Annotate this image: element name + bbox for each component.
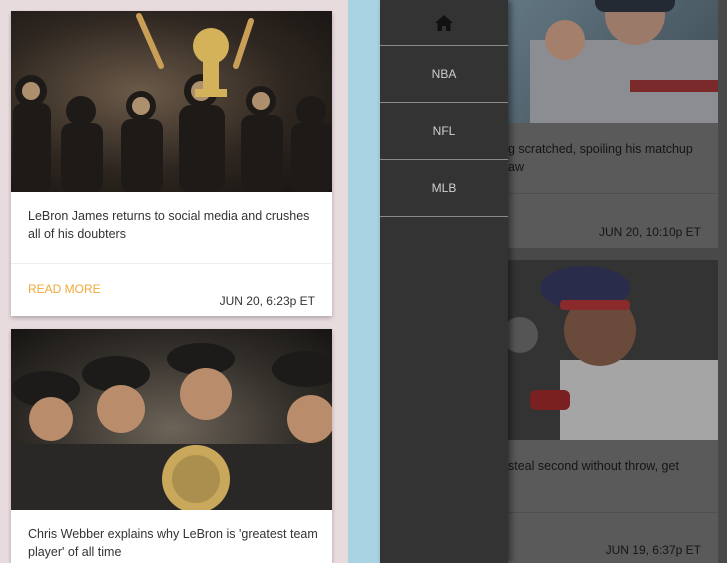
headline-line: g scratched, spoiling his matchup — [508, 142, 693, 156]
news-card[interactable]: Chris Webber explains why LeBron is 'gre… — [11, 329, 332, 563]
news-card-date: JUN 20, 6:23p ET — [219, 294, 315, 308]
read-more-link[interactable]: READ MORE — [28, 282, 101, 296]
news-card-headline[interactable]: steal second without throw, get — [508, 457, 708, 475]
drawer-item-mlb[interactable]: MLB — [380, 160, 508, 217]
news-card-headline[interactable]: g scratched, spoiling his matchup aw — [508, 140, 708, 176]
news-card-date: JUN 19, 6:37p ET — [605, 543, 701, 557]
nav-drawer: NBA NFL MLB — [380, 0, 508, 563]
news-card[interactable]: LeBron James returns to social media and… — [11, 11, 332, 316]
drawer-item-nba[interactable]: NBA — [380, 46, 508, 103]
card-divider — [11, 263, 332, 264]
drawer-item-nfl[interactable]: NFL — [380, 103, 508, 160]
column-gutter — [348, 0, 380, 563]
news-card-image — [11, 329, 332, 510]
home-icon — [435, 14, 453, 31]
news-card-image — [11, 11, 332, 192]
left-feed-column: LeBron James returns to social media and… — [0, 0, 348, 563]
news-card-date: JUN 20, 10:10p ET — [598, 225, 701, 239]
news-card-headline[interactable]: Chris Webber explains why LeBron is 'gre… — [28, 525, 318, 561]
news-card-headline[interactable]: LeBron James returns to social media and… — [28, 207, 318, 243]
drawer-item-home[interactable] — [380, 0, 508, 46]
headline-line: aw — [508, 160, 524, 174]
